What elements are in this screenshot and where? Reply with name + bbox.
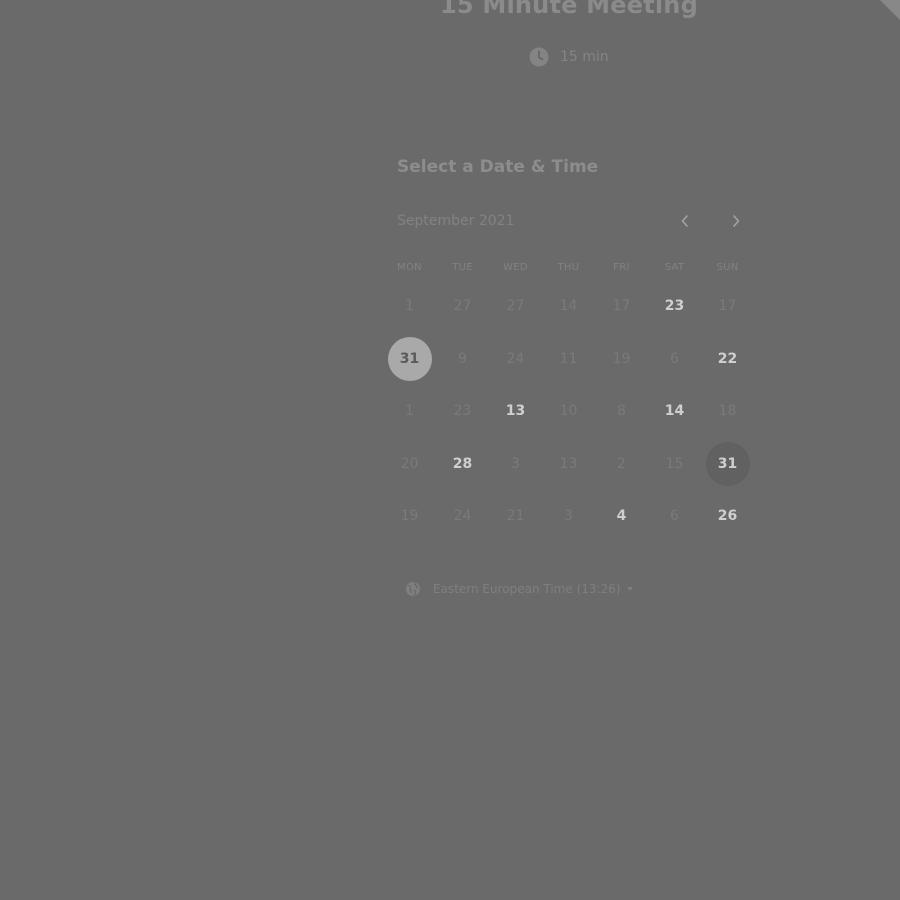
weekday-label: WED [503, 262, 528, 273]
weekday-label: SUN [716, 262, 739, 273]
day-cell: 1 [405, 298, 414, 315]
calendar-week: 1 27 27 14 17 23 17 [383, 280, 754, 333]
day-cell[interactable]: 14 [653, 389, 697, 433]
day-cell[interactable]: 22 [706, 337, 750, 381]
chevron-right-icon [731, 213, 741, 232]
day-cell[interactable]: 31 [705, 441, 750, 486]
previous-month-button[interactable] [671, 208, 699, 236]
day-cell: 9 [458, 350, 467, 367]
scheduler-title: Select a Date & Time [397, 157, 599, 177]
day-cell: 11 [559, 350, 578, 367]
day-cell: 3 [511, 455, 520, 472]
weekday-header: MON TUE WED THU FRI SAT SUN [383, 262, 754, 280]
globe-icon [405, 581, 421, 597]
weekday-label: TUE [452, 262, 473, 273]
timezone-label: Eastern European Time (13:26) [433, 582, 621, 596]
day-cell: 24 [506, 350, 525, 367]
day-cell: 2 [617, 455, 626, 472]
day-cell: 19 [612, 350, 631, 367]
day-cell: 20 [400, 455, 419, 472]
event-duration: 15 min [529, 45, 609, 69]
day-cell[interactable]: 26 [706, 494, 750, 538]
day-cell: 17 [718, 298, 737, 315]
day-cell: 14 [559, 298, 578, 315]
day-cell: 10 [559, 403, 578, 420]
day-cell: 19 [400, 508, 419, 525]
month-label: September 2021 [397, 213, 515, 229]
caret-down-icon [626, 587, 633, 591]
day-cell: 27 [506, 298, 525, 315]
duration-label: 15 min [560, 49, 609, 65]
scheduling-page: 15 Minute Meeting 15 min Select a Date &… [0, 0, 900, 900]
day-cell: 17 [612, 298, 631, 315]
calendar-week: 1 23 13 10 8 14 18 [383, 385, 754, 438]
next-month-button[interactable] [722, 208, 750, 236]
chevron-left-icon [680, 213, 690, 232]
weekday-label: MON [397, 262, 422, 273]
day-cell: 8 [617, 403, 626, 420]
day-cell: 13 [559, 455, 578, 472]
calendar-grid: MON TUE WED THU FRI SAT SUN 1 27 27 14 1… [383, 262, 754, 543]
day-cell: 21 [506, 508, 525, 525]
day-cell: 27 [453, 298, 472, 315]
weekday-label: FRI [613, 262, 630, 273]
calendar-week: 20 28 3 13 2 15 31 [383, 438, 754, 491]
day-cell: 6 [670, 350, 679, 367]
day-cell: 24 [453, 508, 472, 525]
day-cell: 23 [453, 403, 472, 420]
day-cell[interactable]: 28 [441, 442, 485, 486]
calendar-week: 31 9 24 11 19 6 22 [383, 333, 754, 386]
weekday-label: THU [557, 262, 580, 273]
day-cell: 1 [405, 403, 414, 420]
day-cell[interactable]: 23 [653, 284, 697, 328]
calendar-week: 19 24 21 3 4 6 26 [383, 490, 754, 543]
day-cell[interactable]: 31 [387, 336, 432, 381]
day-cell: 15 [665, 455, 684, 472]
day-cell[interactable]: 4 [600, 494, 644, 538]
event-title: 15 Minute Meeting [440, 0, 698, 19]
weekday-label: SAT [664, 262, 685, 273]
day-cell: 18 [718, 403, 737, 420]
day-cell: 3 [564, 508, 573, 525]
clock-icon [529, 47, 549, 67]
day-cell[interactable]: 13 [494, 389, 538, 433]
day-cell: 6 [670, 508, 679, 525]
timezone-selector[interactable]: Eastern European Time (13:26) [405, 578, 633, 600]
